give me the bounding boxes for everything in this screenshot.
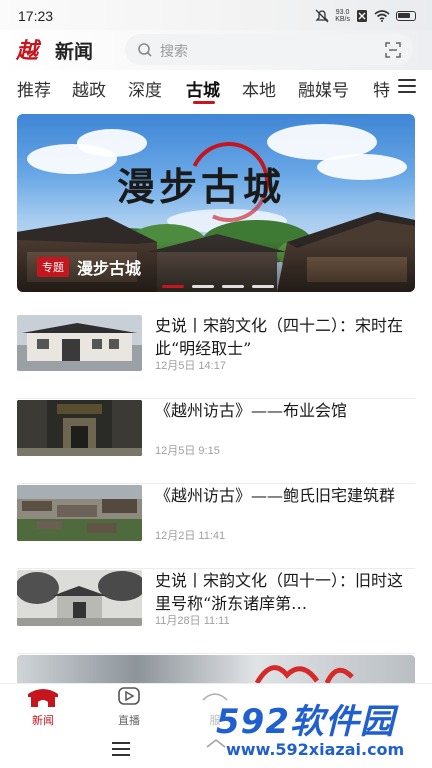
status-time: 17:23 bbox=[18, 8, 54, 24]
nav-label: 新闻 bbox=[32, 714, 54, 727]
news-date: 11月28日 11:11 bbox=[155, 615, 230, 627]
news-date: 12月2日 11:41 bbox=[155, 530, 226, 542]
banner-caption: 漫步古城 bbox=[77, 259, 142, 278]
recent-apps-button[interactable] bbox=[112, 742, 130, 760]
logo-text: 新闻 bbox=[55, 41, 94, 63]
banner-title-art: 漫步古城 bbox=[117, 164, 286, 209]
featured-banner[interactable]: 漫步古城 专题 漫步古城 bbox=[17, 114, 415, 292]
status-icons: 93.0 KB/s bbox=[315, 9, 416, 23]
gate-icon bbox=[28, 689, 58, 707]
channel-tabs: 推荐 越政 深度 古城 本地 融媒号 特 bbox=[0, 70, 432, 106]
menu-icon[interactable] bbox=[398, 79, 416, 95]
news-title: 《越州访古》——布业会馆 bbox=[155, 401, 348, 420]
next-banner-partial[interactable] bbox=[17, 655, 415, 683]
status-bar: 17:23 93.0 KB/s bbox=[0, 0, 432, 34]
wifi-icon bbox=[374, 10, 390, 22]
active-tab-indicator bbox=[193, 101, 215, 104]
tab-depth[interactable]: 深度 bbox=[128, 76, 162, 101]
search-icon bbox=[138, 43, 152, 57]
news-date: 12月5日 9:15 bbox=[155, 445, 220, 457]
carousel-dot[interactable] bbox=[252, 285, 274, 288]
tab-local[interactable]: 本地 bbox=[242, 76, 276, 101]
banner-art bbox=[254, 665, 354, 683]
cloud bbox=[317, 154, 407, 180]
tab-ancient-city[interactable]: 古城 bbox=[186, 76, 220, 101]
news-thumbnail bbox=[17, 315, 142, 371]
net-speed-value: 93.0 bbox=[335, 9, 350, 16]
net-speed: 93.0 KB/s bbox=[335, 9, 350, 23]
net-speed-unit: KB/s bbox=[335, 16, 350, 23]
news-thumbnail bbox=[17, 485, 142, 541]
carousel-dot[interactable] bbox=[162, 285, 184, 288]
news-item[interactable]: 史说丨宋韵文化（四十二）：宋时在此“明经取士” 12月5日 14:17 bbox=[17, 315, 415, 399]
mute-icon bbox=[315, 9, 329, 23]
news-title: 《越州访古》——鲍氏旧宅建筑群 bbox=[155, 486, 396, 505]
watermark-main: 592软件园 bbox=[216, 702, 395, 742]
nav-news[interactable]: 新闻 bbox=[13, 686, 73, 728]
sim-off-icon bbox=[357, 10, 367, 22]
news-title: 史说丨宋韵文化（四十二）：宋时在此“明经取士” bbox=[155, 316, 404, 358]
carousel-dot[interactable] bbox=[192, 285, 214, 288]
news-item[interactable]: 《越州访古》——布业会馆 12月5日 9:15 bbox=[17, 400, 415, 484]
tab-yuezheng[interactable]: 越政 bbox=[72, 76, 106, 101]
news-item[interactable]: 史说丨宋韵文化（四十一）：旧时这里号称“浙东诸庠第… 11月28日 11:11 bbox=[17, 570, 415, 654]
nav-live[interactable]: 直播 bbox=[99, 686, 159, 728]
logo-mark: 越 bbox=[16, 38, 38, 64]
carousel-indicator bbox=[162, 285, 274, 288]
search-input[interactable]: 搜索 bbox=[125, 34, 413, 65]
news-date: 12月5日 14:17 bbox=[155, 360, 226, 372]
news-item[interactable]: 《越州访古》——鲍氏旧宅建筑群 12月2日 11:41 bbox=[17, 485, 415, 569]
search-placeholder: 搜索 bbox=[160, 44, 188, 60]
battery-icon bbox=[396, 11, 416, 21]
news-thumbnail bbox=[17, 570, 142, 626]
play-icon bbox=[118, 687, 140, 705]
scan-icon[interactable] bbox=[385, 42, 401, 58]
news-title: 史说丨宋韵文化（四十一）：旧时这里号称“浙东诸庠第… bbox=[155, 571, 404, 613]
watermark-url: www.592xiazai.com bbox=[226, 740, 405, 759]
tab-special[interactable]: 特 bbox=[373, 76, 390, 101]
topic-badge: 专题 bbox=[37, 257, 69, 277]
header: 越 新闻 搜索 bbox=[0, 30, 432, 70]
tab-media-accounts[interactable]: 融媒号 bbox=[298, 76, 349, 101]
carousel-dot[interactable] bbox=[222, 285, 244, 288]
cloud bbox=[77, 129, 147, 157]
watermark-logo: 592软件园 www.592xiazai.com bbox=[200, 690, 432, 768]
nav-label: 直播 bbox=[118, 714, 140, 727]
news-thumbnail bbox=[17, 400, 142, 456]
tab-recommend[interactable]: 推荐 bbox=[17, 76, 51, 101]
